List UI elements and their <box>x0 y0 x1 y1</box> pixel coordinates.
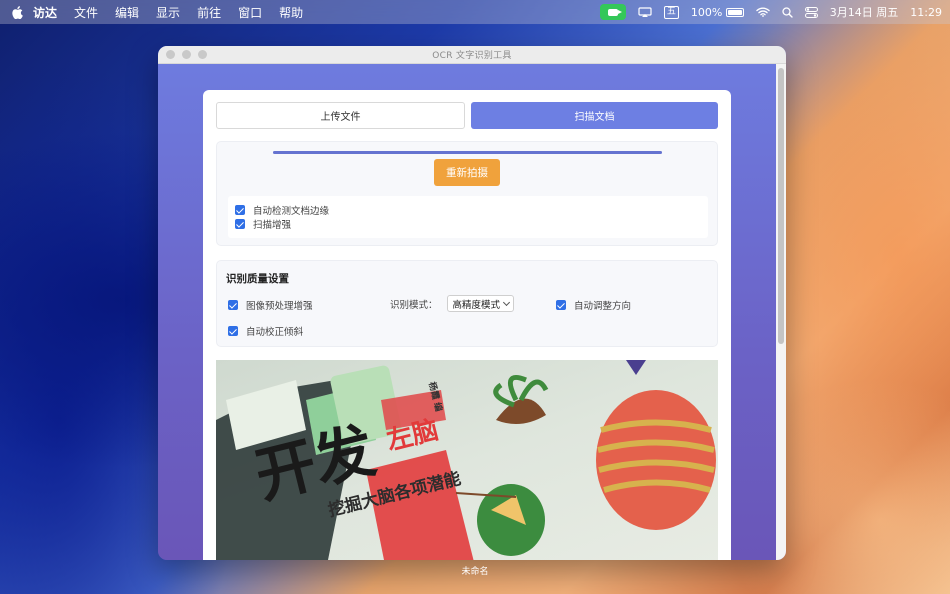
scan-panel: 重新拍摄 自动检测文档边缘 扫描增强 <box>216 141 718 246</box>
spotlight-search-icon[interactable] <box>782 6 793 18</box>
rescan-button[interactable]: 重新拍摄 <box>434 159 500 186</box>
scan-options: 自动检测文档边缘 扫描增强 <box>228 196 708 238</box>
battery-percent: 100% <box>690 5 723 19</box>
tab-upload-file[interactable]: 上传文件 <box>216 102 465 129</box>
menu-file[interactable]: 文件 <box>74 4 98 21</box>
menu-view[interactable]: 显示 <box>156 4 180 21</box>
menu-window[interactable]: 窗口 <box>238 4 262 21</box>
menu-app-name[interactable]: 访达 <box>33 4 57 21</box>
menu-bar: 访达 文件 编辑 显示 前往 窗口 帮助 五 100% 3月14日 周五 11:… <box>0 0 950 24</box>
edge-detect-checkbox[interactable] <box>235 205 245 215</box>
menu-date[interactable]: 3月14日 周五 <box>830 4 899 20</box>
control-center-icon[interactable] <box>804 6 818 18</box>
menu-edit[interactable]: 编辑 <box>115 4 139 21</box>
scan-enhance-checkbox[interactable] <box>235 219 245 229</box>
menu-go[interactable]: 前往 <box>197 4 221 21</box>
window-scrollbar[interactable] <box>776 64 786 560</box>
scan-enhance-label: 扫描增强 <box>253 220 292 231</box>
auto-orient-label: 自动调整方向 <box>574 301 632 312</box>
auto-orient-checkbox[interactable] <box>556 300 566 310</box>
option-preprocess[interactable]: 图像预处理增强 <box>228 298 313 312</box>
app-window: OCR 文字识别工具 上传文件 扫描文档 重新拍摄 自动检测文档边缘 扫描增强 <box>158 46 786 560</box>
scrollbar-thumb[interactable] <box>778 68 784 344</box>
menu-help[interactable]: 帮助 <box>279 4 303 21</box>
chevron-down-icon <box>502 298 511 306</box>
edge-detect-label: 自动检测文档边缘 <box>253 206 330 217</box>
scan-progress-fill <box>273 151 662 154</box>
deskew-label: 自动校正倾斜 <box>246 327 304 338</box>
recognition-mode-value: 高精度模式 <box>452 299 501 311</box>
deskew-checkbox[interactable] <box>228 326 238 336</box>
window-title: OCR 文字识别工具 <box>432 51 512 61</box>
quality-settings-panel: 识别质量设置 图像预处理增强 识别模式： 高精度模式 自动调整方向 自动校正倾斜 <box>216 260 718 347</box>
camera-in-use-icon[interactable] <box>599 4 626 20</box>
desktop-item-label[interactable]: 未命名 <box>0 564 950 577</box>
recognition-mode-select[interactable]: 高精度模式 <box>446 295 515 312</box>
quality-settings-title: 识别质量设置 <box>226 273 289 285</box>
preprocess-label: 图像预处理增强 <box>246 301 313 312</box>
battery-status[interactable]: 100% <box>691 6 744 19</box>
battery-icon <box>725 8 744 17</box>
mode-tabs: 上传文件 扫描文档 <box>216 102 718 129</box>
screen-mirroring-icon[interactable] <box>638 6 652 18</box>
window-titlebar[interactable]: OCR 文字识别工具 <box>158 46 786 64</box>
scanned-image-preview: 开发 挖掘大脑各项潜能 左脑 杨霞 编 <box>216 360 718 560</box>
option-scan-enhance[interactable]: 扫描增强 <box>235 217 708 231</box>
input-method-icon[interactable]: 五 <box>663 5 679 19</box>
recognition-mode-label: 识别模式： <box>390 299 438 311</box>
menu-time[interactable]: 11:29 <box>910 6 942 19</box>
option-deskew[interactable]: 自动校正倾斜 <box>228 324 303 338</box>
preprocess-checkbox[interactable] <box>228 300 238 310</box>
recognition-mode-field: 识别模式： 高精度模式 <box>390 295 515 312</box>
option-edge-detect[interactable]: 自动检测文档边缘 <box>235 203 708 217</box>
wifi-icon[interactable] <box>756 7 770 17</box>
tab-scan-document[interactable]: 扫描文档 <box>471 102 718 129</box>
apple-menu-icon[interactable] <box>12 5 23 19</box>
main-card: 上传文件 扫描文档 重新拍摄 自动检测文档边缘 扫描增强 识别质量设置 图像预处… <box>203 90 731 560</box>
option-auto-orient[interactable]: 自动调整方向 <box>556 298 631 312</box>
scan-progress-bar <box>273 151 662 154</box>
